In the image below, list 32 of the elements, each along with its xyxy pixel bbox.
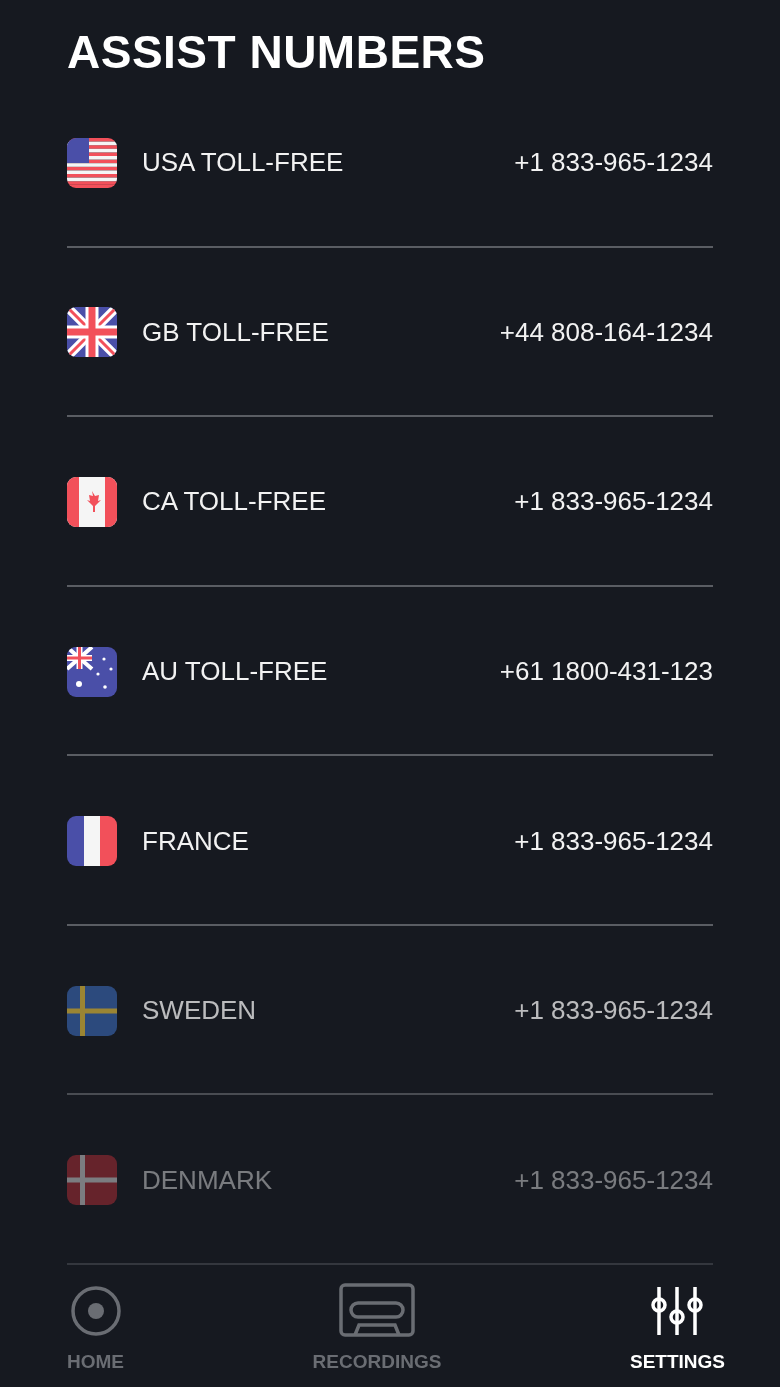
nav-tab[interactable]: SETTINGS bbox=[630, 1265, 725, 1387]
flag-icon bbox=[67, 476, 117, 527]
cassette-icon bbox=[339, 1283, 415, 1337]
page-title: ASSIST NUMBERS bbox=[66, 25, 487, 78]
number-row[interactable]: AU TOLL-FREE +61 1800-431-123 bbox=[67, 586, 713, 757]
number-row[interactable]: GB TOLL-FREE +44 808-164-1234 bbox=[67, 247, 713, 418]
sliders-icon bbox=[651, 1285, 704, 1337]
number-row[interactable]: CA TOLL-FREE +1 833-965-1234 bbox=[67, 417, 713, 587]
country-label: FRANCE bbox=[142, 825, 250, 857]
phone-number: +44 808-164-1234 bbox=[499, 316, 713, 348]
country-label: CA TOLL-FREE bbox=[142, 486, 327, 518]
phone-number: +1 833-965-1234 bbox=[514, 147, 713, 179]
country-label: SWEDEN bbox=[142, 995, 258, 1027]
country-label: AU TOLL-FREE bbox=[142, 656, 329, 687]
country-label: DENMARK bbox=[142, 1164, 273, 1196]
phone-number: +1 833-965-1234 bbox=[514, 1164, 713, 1196]
record-icon bbox=[69, 1285, 122, 1337]
flag-icon bbox=[67, 985, 117, 1036]
number-row[interactable]: FRANCE +1 833-965-1234 bbox=[67, 756, 713, 926]
phone-number: +1 833-965-1234 bbox=[514, 995, 713, 1027]
country-label: GB TOLL-FREE bbox=[142, 316, 330, 348]
phone-number: +1 833-965-1234 bbox=[514, 486, 713, 518]
flag-icon bbox=[67, 307, 117, 358]
number-row[interactable]: SWEDEN +1 833-965-1234 bbox=[67, 925, 713, 1096]
flag-icon bbox=[67, 816, 117, 867]
flag-icon bbox=[67, 137, 117, 188]
phone-number: +61 1800-431-123 bbox=[499, 656, 713, 687]
flag-icon bbox=[67, 646, 117, 697]
flag-icon bbox=[67, 1155, 117, 1206]
number-row[interactable]: USA TOLL-FREE +1 833-965-1234 bbox=[67, 78, 713, 248]
country-label: USA TOLL-FREE bbox=[142, 147, 345, 179]
phone-number: +1 833-965-1234 bbox=[514, 825, 713, 857]
